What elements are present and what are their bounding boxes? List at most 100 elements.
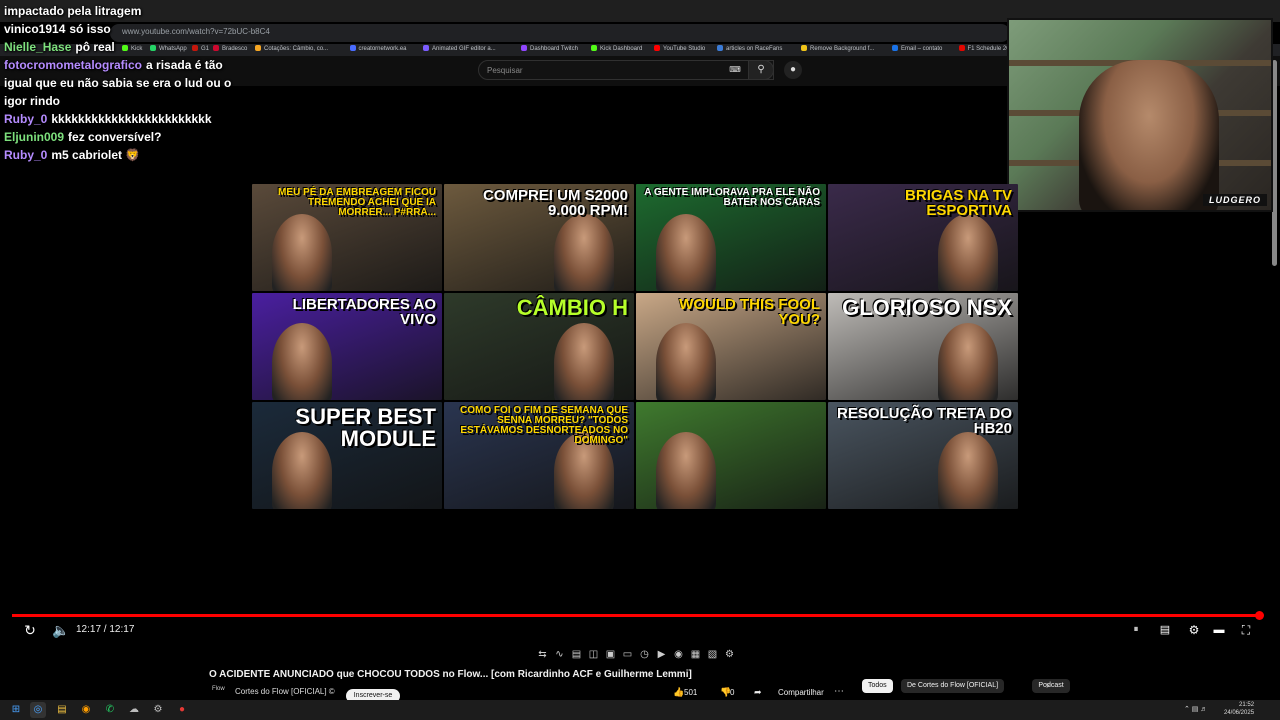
like-count: 501 — [684, 688, 698, 697]
end-screen-video[interactable]: A GENTE IMPLORAVA PRA ELE NÃO BATER NOS … — [636, 184, 826, 291]
progress-fill — [12, 614, 1260, 617]
export-icon[interactable]: ▶ — [655, 648, 668, 662]
ext-settings-icon[interactable]: ⚙ — [723, 648, 736, 662]
bookmark-item[interactable]: Remove Background f... — [801, 45, 874, 52]
chat-username: Eljunin009 — [4, 130, 65, 144]
chat-text: impactado pela litragem — [4, 4, 142, 18]
theater-mode-icon[interactable]: ▬ — [1211, 622, 1227, 638]
app-icon[interactable]: ☁ — [126, 702, 142, 718]
bookmark-item[interactable]: Animated GIF editor a... — [423, 45, 496, 52]
dislike-count: 0 — [730, 688, 735, 697]
film-icon[interactable]: ◫ — [587, 648, 600, 662]
end-screen-video[interactable]: CÂMBIO H — [444, 293, 634, 400]
volume-icon[interactable]: 🔈 — [52, 622, 69, 638]
chat-username: Ruby_0 — [4, 148, 48, 162]
thumbnail-caption: MEU PÉ DA EMBREAGEM FICOU TREMENDO ACHEI… — [278, 187, 436, 218]
start-icon[interactable]: ⊞ — [8, 702, 24, 718]
thumbnail-person — [656, 214, 716, 291]
settings-icon[interactable]: ⚙ — [1186, 622, 1202, 638]
filter-chip[interactable]: Todos — [862, 679, 893, 693]
tray-icons[interactable]: ⌃ ▤ ♬ — [1184, 705, 1207, 713]
steam-icon[interactable]: ⚙ — [150, 702, 166, 718]
progress-scrubber[interactable] — [1255, 611, 1264, 620]
filter-icon[interactable]: ▤ — [570, 648, 583, 662]
mic-icon[interactable]: ● — [784, 61, 802, 79]
chat-message: Eljunin009 fez conversível? — [4, 128, 244, 146]
end-screen-video[interactable]: COMPREI UM S2000 9.000 RPM! — [444, 184, 634, 291]
webcam-overlay: LUDGERO — [1007, 18, 1273, 212]
end-screen-video[interactable]: BRIGAS NA TV ESPORTIVA — [828, 184, 1018, 291]
fullscreen-icon[interactable]: ⛶ — [1238, 622, 1254, 638]
thumbnail-person — [938, 432, 998, 509]
chat-username: Ruby_0 — [4, 112, 48, 126]
whatsapp-icon[interactable]: ✆ — [102, 702, 118, 718]
end-screen-video[interactable]: COMO FOI O FIM DE SEMANA QUE SENNA MORRE… — [444, 402, 634, 509]
app-icon[interactable]: ● — [174, 702, 190, 718]
thumbnail-person — [938, 214, 998, 291]
thumbnail-caption: LIBERTADORES AO VIVO — [292, 296, 436, 328]
end-screen-video[interactable]: SUPER BEST MODULE — [252, 402, 442, 509]
edge-browser-icon[interactable]: ◎ — [30, 702, 46, 718]
subtitles-icon[interactable]: ▤ — [1157, 622, 1173, 638]
bookmark-item[interactable]: Kick Dashboard — [591, 45, 642, 52]
share-button[interactable]: Compartilhar — [778, 688, 824, 697]
time-display: 12:17 / 12:17 — [76, 624, 135, 635]
speed-icon[interactable]: ◷ — [638, 648, 651, 662]
bookmark-item[interactable]: Dashboard Twitch — [521, 45, 578, 52]
thumbnail-caption: RESOLUÇÃO TRETA DO HB20 — [837, 405, 1012, 437]
thumbnail-caption: A GENTE IMPLORAVA PRA ELE NÃO BATER NOS … — [644, 187, 820, 208]
channel-name[interactable]: Cortes do Flow [OFICIAL] © — [235, 687, 335, 696]
filter-chip[interactable]: Podcast — [1032, 679, 1070, 693]
end-screen-video[interactable]: WOULD THIS FOOL YOU? — [636, 293, 826, 400]
loop-icon[interactable]: ⇆ — [536, 648, 549, 662]
thumbnail-caption: CÂMBIO H — [516, 295, 628, 320]
thumbnail-caption: SUPER BEST MODULE — [295, 404, 436, 451]
channel-avatar[interactable]: Flow — [212, 686, 228, 700]
more-actions-icon[interactable]: ⋯ — [834, 686, 844, 697]
image-icon[interactable]: ▦ — [689, 648, 702, 662]
app-icon[interactable]: ◉ — [78, 702, 94, 718]
end-screen-video[interactable] — [636, 402, 826, 509]
share-icon[interactable]: ➦ — [754, 687, 762, 698]
file-explorer-icon[interactable]: ▤ — [54, 702, 70, 718]
clock-date: 24/06/2025 — [1224, 710, 1255, 716]
chat-message: Ruby_0 m5 cabriolet 🦁 — [4, 146, 244, 164]
end-screen-video[interactable]: MEU PÉ DA EMBREAGEM FICOU TREMENDO ACHEI… — [252, 184, 442, 291]
cinema-icon[interactable]: ▭ — [621, 648, 634, 662]
chat-username: vinico1914 — [4, 22, 66, 36]
chat-message: impactado pela litragem — [4, 2, 244, 20]
thumbnail-person — [656, 432, 716, 509]
chat-username: fotocromometalografico — [4, 58, 143, 72]
extension-toolbar: ⇆ ∿ ▤ ◫ ▣ ▭ ◷ ▶ ◉ ▦ ▧ ⚙ — [536, 648, 736, 664]
chips-next-icon[interactable]: › — [1046, 680, 1049, 691]
screenshot-icon[interactable]: ◉ — [672, 648, 685, 662]
filter-chip[interactable]: De Cortes do Flow [OFICIAL] — [901, 679, 1005, 693]
caption-icon[interactable]: ▧ — [706, 648, 719, 662]
stream-chat-overlay: impactado pela litragem vinico1914 só isso… — [4, 2, 244, 164]
video-title: O ACIDENTE ANUNCIADO que CHOCOU TODOS no… — [209, 669, 692, 680]
bookmark-item[interactable]: creatornetwork.ea — [350, 45, 407, 52]
audio-icon[interactable]: ∿ — [553, 648, 566, 662]
end-screen-video[interactable]: LIBERTADORES AO VIVO — [252, 293, 442, 400]
bookmark-item[interactable]: articles on RaceFans — [717, 45, 782, 52]
cam-name-tag: LUDGERO — [1203, 194, 1267, 206]
thumbnail-caption: BRIGAS NA TV ESPORTIVA — [905, 187, 1012, 219]
taskbar-clock: 21:52 24/06/2025 — [1224, 701, 1254, 717]
search-icon[interactable]: ⚲ — [748, 60, 774, 80]
thumbnail-caption: COMPREI UM S2000 9.000 RPM! — [482, 187, 628, 219]
taskbar — [0, 700, 1280, 720]
bookmark-item[interactable]: YouTube Studio — [654, 45, 705, 52]
chat-text: só isso — [69, 22, 111, 36]
thumbnail-caption: COMO FOI O FIM DE SEMANA QUE SENNA MORRE… — [460, 405, 628, 446]
bookmark-item[interactable]: Email – contato — [892, 45, 942, 52]
like-icon[interactable]: 👍 — [673, 687, 684, 698]
keyboard-icon[interactable]: ⌨ — [728, 61, 742, 79]
bookmark-item[interactable]: Cotações: Câmbio, co... — [255, 45, 328, 52]
end-screen-video[interactable]: RESOLUÇÃO TRETA DO HB20 — [828, 402, 1018, 509]
thumbnail-person — [554, 323, 614, 400]
streamer — [1079, 60, 1219, 210]
pip-icon[interactable]: ▣ — [604, 648, 617, 662]
autoplay-toggle[interactable]: ⏸ — [1128, 622, 1144, 638]
end-screen-video[interactable]: GLORIOSO NSX — [828, 293, 1018, 400]
replay-icon[interactable]: ↻ — [22, 622, 38, 638]
